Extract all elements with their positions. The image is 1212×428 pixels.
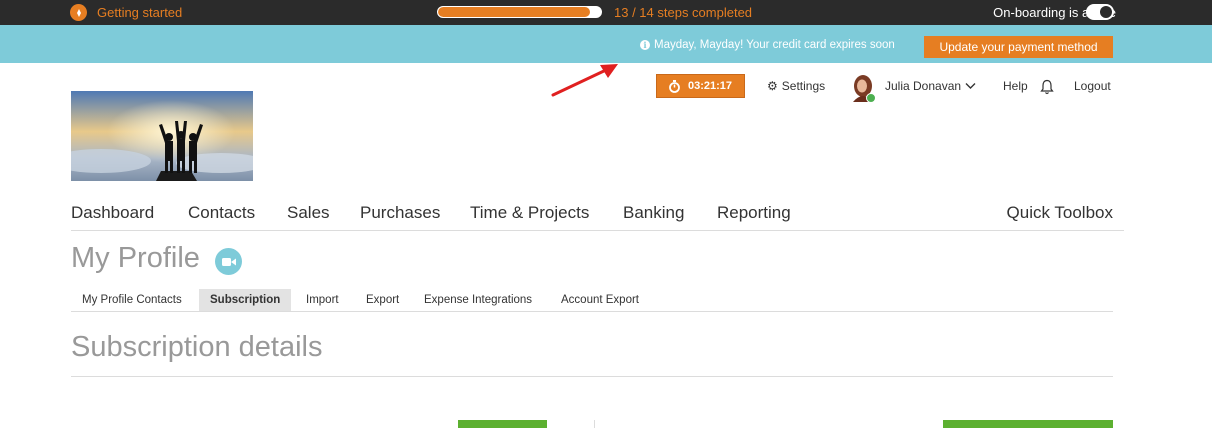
profile-subnav: My Profile Contacts Subscription Import … [71,289,1113,312]
video-camera-icon [221,257,236,266]
steps-completed-text: 13 / 14 steps completed [614,5,753,20]
bell-icon[interactable] [1040,79,1054,95]
gear-icon: ⚙ [767,79,778,93]
timer-value: 03:21:17 [687,80,733,92]
user-menu[interactable]: Julia Donavan [885,79,976,93]
onboarding-progress-bar [437,6,602,18]
rocket-icon [70,4,87,21]
nav-banking[interactable]: Banking [623,203,684,223]
nav-reporting[interactable]: Reporting [717,203,791,223]
red-arrow-icon [551,64,618,97]
nav-dashboard[interactable]: Dashboard [71,203,154,223]
nav-time-projects[interactable]: Time & Projects [470,203,589,223]
getting-started[interactable]: Getting started [70,4,182,21]
tab-import[interactable]: Import [295,289,350,311]
onboarding-toggle[interactable] [1086,4,1114,20]
logout-link[interactable]: Logout [1074,79,1111,93]
update-payment-button[interactable]: Update your payment method [924,36,1113,58]
chevron-down-icon [965,83,976,89]
tab-account-export[interactable]: Account Export [550,289,650,311]
onboarding-bar: Getting started 13 / 14 steps completed … [0,0,1212,25]
nav-sales[interactable]: Sales [287,203,330,223]
alert-message-wrap: i Mayday, Mayday! Your credit card expir… [640,39,895,51]
stopwatch-icon [669,79,680,93]
section-divider [71,376,1113,377]
getting-started-label: Getting started [97,5,183,20]
nav-purchases[interactable]: Purchases [360,203,440,223]
page-title: My Profile [71,242,200,274]
plan-action-button[interactable] [458,420,547,428]
logo-image [71,91,253,181]
tab-subscription[interactable]: Subscription [199,289,292,311]
card-action-button[interactable] [943,420,1113,428]
main-nav: Dashboard Contacts Sales Purchases Time … [71,201,1124,231]
help-link[interactable]: Help [1003,79,1028,93]
help-label: Help [1003,79,1028,93]
tab-export[interactable]: Export [355,289,410,311]
video-icon[interactable] [215,248,242,275]
onboarding-progress-fill [438,7,590,17]
timer-button[interactable]: 03:21:17 [656,74,745,98]
nav-contacts[interactable]: Contacts [188,203,255,223]
online-status-badge [866,93,876,103]
tab-my-profile-contacts[interactable]: My Profile Contacts [71,289,193,311]
user-name: Julia Donavan [885,79,962,93]
settings-label: Settings [781,79,826,93]
tab-expense-integrations[interactable]: Expense Integrations [413,289,543,311]
toggle-knob [1100,6,1112,18]
logout-label: Logout [1074,79,1111,93]
section-title: Subscription details [71,331,323,363]
info-icon: i [640,40,650,50]
nav-quick-toolbox[interactable]: Quick Toolbox [1007,203,1113,223]
settings-link[interactable]: ⚙ Settings [767,79,825,93]
column-divider [594,420,595,428]
alert-message: Mayday, Mayday! Your credit card expires… [654,39,895,51]
company-logo[interactable] [71,91,253,181]
